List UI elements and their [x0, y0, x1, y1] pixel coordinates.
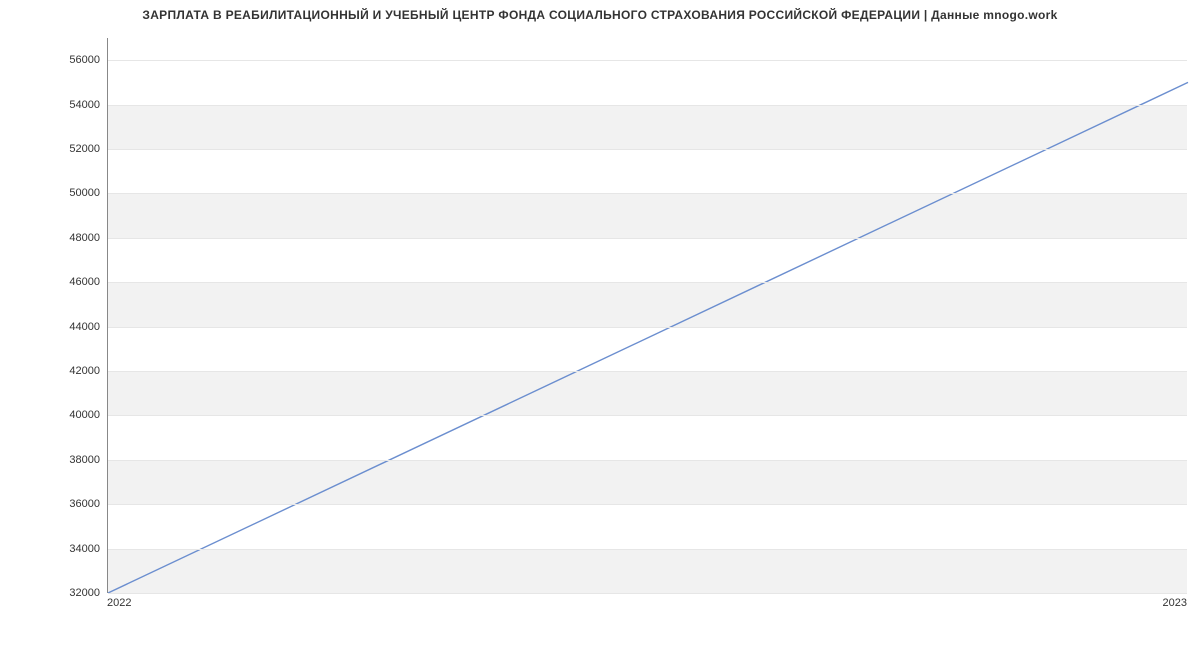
y-gridline [108, 193, 1187, 194]
y-gridline [108, 282, 1187, 283]
y-tick-label: 32000 [50, 587, 100, 599]
y-tick-label: 48000 [50, 232, 100, 244]
y-gridline [108, 60, 1187, 61]
y-tick-label: 34000 [50, 543, 100, 555]
y-tick-label: 46000 [50, 276, 100, 288]
y-gridline [108, 549, 1187, 550]
chart-title: ЗАРПЛАТА В РЕАБИЛИТАЦИОННЫЙ И УЧЕБНЫЙ ЦЕ… [0, 8, 1200, 22]
y-tick-label: 54000 [50, 99, 100, 111]
y-gridline [108, 460, 1187, 461]
y-gridline [108, 327, 1187, 328]
y-tick-label: 42000 [50, 365, 100, 377]
y-gridline [108, 105, 1187, 106]
y-gridline [108, 238, 1187, 239]
y-tick-label: 52000 [50, 143, 100, 155]
y-tick-label: 44000 [50, 321, 100, 333]
y-tick-label: 36000 [50, 498, 100, 510]
y-gridline [108, 593, 1187, 594]
x-tick-label: 2023 [1163, 597, 1187, 609]
y-tick-label: 38000 [50, 454, 100, 466]
y-gridline [108, 149, 1187, 150]
series-path [108, 82, 1188, 593]
y-gridline [108, 371, 1187, 372]
y-tick-label: 50000 [50, 187, 100, 199]
y-gridline [108, 504, 1187, 505]
y-gridline [108, 415, 1187, 416]
y-tick-label: 40000 [50, 409, 100, 421]
plot-area [107, 38, 1187, 593]
y-tick-label: 56000 [50, 54, 100, 66]
x-tick-label: 2022 [107, 597, 131, 609]
line-series [108, 38, 1187, 592]
chart-container: ЗАРПЛАТА В РЕАБИЛИТАЦИОННЫЙ И УЧЕБНЫЙ ЦЕ… [0, 0, 1200, 650]
